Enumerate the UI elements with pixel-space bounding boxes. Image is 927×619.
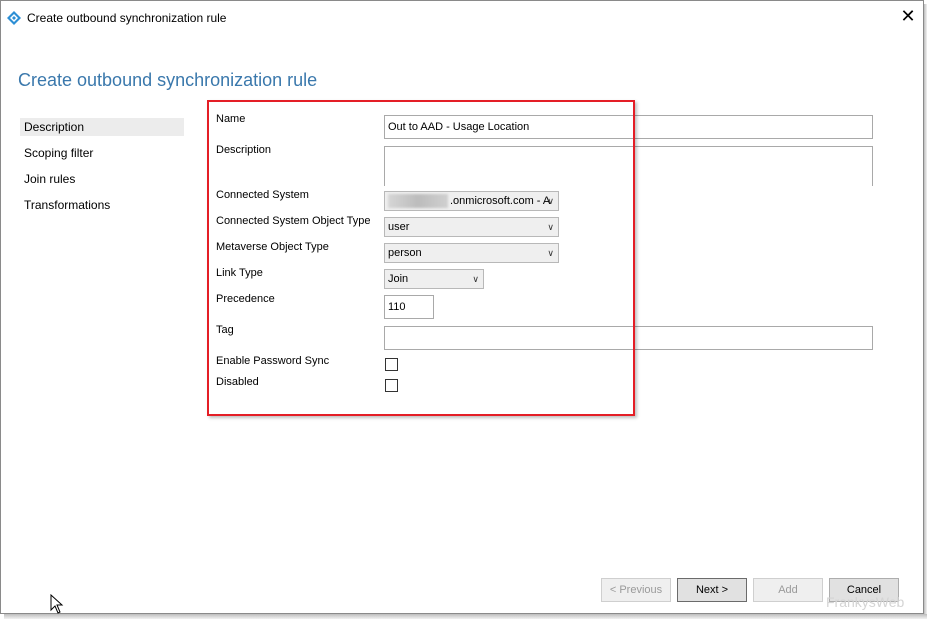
precedence-label: Precedence (216, 293, 275, 305)
chevron-down-icon: ∨ (547, 248, 554, 258)
cs-object-type-select[interactable]: user ∨ (384, 217, 559, 237)
disabled-checkbox[interactable] (385, 379, 398, 392)
watermark: FrankysWeb (826, 594, 905, 610)
chevron-down-icon: ∨ (472, 274, 479, 284)
next-button[interactable]: Next > (677, 578, 747, 602)
title-bar: Create outbound synchronization rule ✕ (1, 1, 923, 35)
cs-object-type-label: Connected System Object Type (216, 215, 371, 227)
mv-object-type-select[interactable]: person ∨ (384, 243, 559, 263)
connected-system-value: .onmicrosoft.com - A (450, 195, 551, 207)
precedence-input[interactable]: 110 (384, 295, 434, 319)
connected-system-select[interactable]: .onmicrosoft.com - A ∨ (384, 191, 559, 211)
add-button[interactable]: Add (753, 578, 823, 602)
page-title: Create outbound synchronization rule (18, 70, 318, 90)
nav-item-transformations[interactable]: Transformations (20, 196, 184, 214)
enable-password-sync-label: Enable Password Sync (216, 355, 330, 367)
nav-item-description[interactable]: Description (20, 118, 184, 136)
link-type-value: Join (388, 273, 409, 285)
redacted-tenant-blur (388, 194, 448, 209)
window-title: Create outbound synchronization rule (27, 11, 227, 25)
azure-ad-connect-icon (7, 11, 21, 25)
enable-password-sync-checkbox[interactable] (385, 358, 398, 371)
link-type-label: Link Type (216, 267, 263, 279)
description-label: Description (216, 144, 272, 156)
connected-system-label: Connected System (216, 189, 309, 201)
tag-label: Tag (216, 324, 234, 336)
chevron-down-icon: ∨ (547, 196, 554, 206)
mv-object-type-value: person (388, 247, 422, 259)
description-input[interactable] (384, 146, 873, 186)
name-label: Name (216, 113, 246, 125)
disabled-label: Disabled (216, 376, 259, 388)
name-input[interactable]: Out to AAD - Usage Location (384, 115, 873, 139)
chevron-down-icon: ∨ (547, 222, 554, 232)
mouse-pointer-icon (50, 594, 64, 614)
close-icon[interactable]: ✕ (899, 7, 917, 25)
window-shadow-bottom (4, 614, 927, 619)
previous-button[interactable]: < Previous (601, 578, 671, 602)
link-type-select[interactable]: Join ∨ (384, 269, 484, 289)
dialog-window: Create outbound synchronization rule ✕ C… (0, 0, 924, 614)
mv-object-type-label: Metaverse Object Type (216, 241, 329, 253)
tag-input[interactable] (384, 326, 873, 350)
nav-item-scoping-filter[interactable]: Scoping filter (20, 144, 184, 162)
nav-item-join-rules[interactable]: Join rules (20, 170, 184, 188)
cs-object-type-value: user (388, 221, 410, 233)
